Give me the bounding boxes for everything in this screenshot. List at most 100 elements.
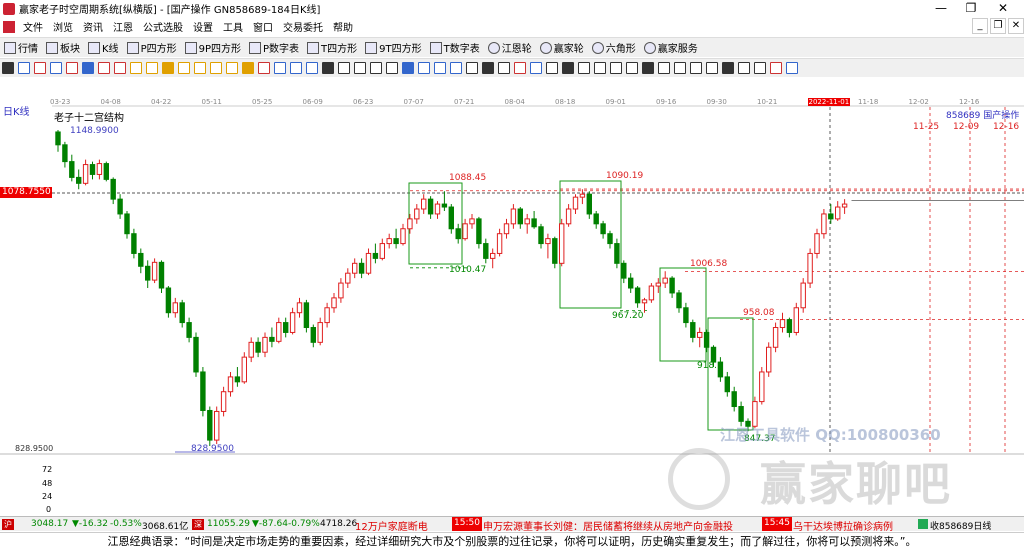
candle-body [683, 307, 689, 324]
low-price-axis-label: 828.9500 [15, 444, 54, 453]
sz-index-amount: 4718.26 [320, 519, 358, 529]
volume-axis-label: 72 [42, 465, 53, 474]
candle-body [614, 243, 620, 264]
candle-body [655, 282, 661, 287]
candle-body [600, 223, 606, 235]
candle-body [234, 376, 241, 383]
annotation-low: 828.9500 [191, 444, 234, 454]
candle-body [593, 213, 599, 225]
candle-body [151, 261, 158, 281]
date-tick-label: 06-09 [302, 98, 323, 106]
sz-index-pct: -0.79% [288, 519, 320, 529]
news-ticker-2[interactable]: 申万宏源董事长刘健：居民储蓄将继续从房地产向金融投 [483, 518, 759, 533]
structure-label: 老子十二宫结构 [54, 113, 124, 124]
sh-index-value[interactable]: 3048.17 [31, 519, 68, 529]
period-label: 日K线 [3, 107, 30, 118]
candle-body [510, 208, 517, 225]
sz-index-change: ▼-87.64 [252, 519, 288, 529]
connection-icon [918, 519, 928, 529]
candle-body [841, 203, 848, 208]
candle-body [324, 307, 330, 324]
candle-body [759, 371, 765, 403]
status-bar: 沪 3048.17 ▼-16.32 -0.53% 3068.61亿 深 1105… [0, 516, 1024, 533]
news-time-2: 15:45 [762, 517, 792, 531]
candle-body [807, 252, 813, 284]
date-tick-label: 11-18 [858, 98, 879, 106]
date-tick-label: 10-21 [757, 98, 778, 106]
candle-body [124, 213, 130, 235]
candle-body [248, 341, 254, 358]
candle-body [628, 277, 634, 289]
candle-body [69, 161, 75, 178]
annotation-level: 918. [697, 361, 718, 371]
candle-body [565, 208, 572, 225]
candle-body [724, 376, 730, 393]
stock-label: 858689 国产操作 [946, 111, 1020, 121]
candle-body [579, 193, 586, 198]
annotation-level: 1010.47 [449, 265, 487, 275]
candle-body [779, 319, 786, 329]
volume-axis-label: 24 [42, 492, 53, 501]
annotation-level: 1006.58 [690, 259, 728, 269]
candle-body [545, 238, 551, 245]
candle-body [441, 203, 448, 208]
top-right-date: 11-25 [913, 122, 940, 132]
candle-body [835, 206, 841, 220]
candle-body [214, 410, 220, 441]
candle-body [731, 391, 737, 408]
date-tick-label: 05-25 [252, 98, 273, 106]
candle-body [524, 218, 530, 225]
annotation-level: 1088.45 [449, 173, 487, 183]
candle-body [662, 277, 668, 284]
candle-body [641, 299, 648, 304]
date-tick-label: 12-02 [908, 98, 929, 106]
candle-body [607, 233, 613, 245]
candle-body [483, 243, 489, 259]
date-axis: 03-23 04-08 04-22 05-11 05-25 06-09 06-23 07-07… [50, 98, 1024, 106]
candle-body [117, 198, 123, 215]
candle-body [676, 292, 682, 309]
candle-body [572, 196, 579, 210]
candle-body [634, 287, 641, 304]
candle-body [220, 391, 227, 412]
candle-body [372, 252, 379, 259]
candle-body [207, 409, 213, 441]
candle-body [710, 346, 717, 363]
date-tick-label: 06-23 [353, 98, 374, 106]
candle-body [476, 218, 482, 245]
candle-body [358, 262, 365, 274]
volume-axis-label: 48 [42, 479, 53, 488]
candle-body [400, 228, 406, 245]
sz-index-value[interactable]: 11055.29 [207, 519, 250, 529]
candle-body [262, 336, 268, 353]
news-ticker-1[interactable]: 12万户家庭断电 [355, 518, 450, 533]
candle-body [703, 331, 710, 348]
annotation-level: 958.08 [743, 308, 775, 318]
candle-body [289, 312, 296, 333]
date-tick-label: 08-04 [504, 98, 525, 106]
candle-body [586, 193, 592, 215]
news-ticker-3[interactable]: 乌干达埃博拉确诊病例 [793, 518, 916, 533]
candle-body [131, 233, 137, 254]
candle-body [145, 265, 151, 281]
date-tick-label: 04-22 [151, 98, 172, 106]
cycle-box [707, 317, 754, 431]
candle-body [158, 261, 165, 289]
watermark-logo-icon [668, 448, 730, 510]
candle-body [345, 272, 351, 284]
candle-body [365, 252, 372, 274]
candle-body [317, 322, 323, 343]
candle-body [241, 356, 248, 383]
candle-body [786, 319, 793, 333]
annotation-level: 967.20 [612, 311, 644, 321]
candle-body [421, 198, 427, 210]
candle-body [407, 218, 413, 230]
annotation-level: 1090.19 [606, 171, 644, 181]
candle-body [283, 322, 289, 333]
candle-body [303, 302, 310, 329]
watermark-small: 江恩工具软件 QQ:100800360 [720, 426, 941, 444]
candle-body [772, 327, 779, 348]
date-tick-label: 09-16 [656, 98, 677, 106]
candle-body [76, 176, 82, 184]
date-tick-label: 03-23 [50, 98, 71, 106]
